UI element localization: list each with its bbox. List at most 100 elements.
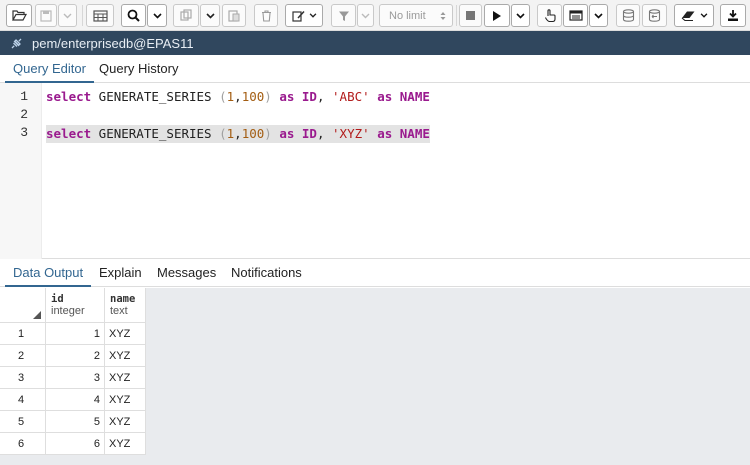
cell-name[interactable]: XYZ xyxy=(105,367,146,389)
edit-icon xyxy=(291,10,305,22)
table-row[interactable]: 6 6 XYZ xyxy=(0,433,146,455)
column-header-name[interactable]: name text xyxy=(105,288,146,323)
folder-open-icon xyxy=(11,10,27,21)
cell-name[interactable]: XYZ xyxy=(105,323,146,345)
code-keyword: as xyxy=(369,89,400,104)
chevron-down-icon xyxy=(152,12,162,19)
explain-analyze-button[interactable] xyxy=(563,4,588,27)
copy-icon xyxy=(179,9,192,21)
tab-query-editor[interactable]: Query Editor xyxy=(5,55,94,83)
download-button[interactable] xyxy=(720,4,746,27)
chevron-down-icon xyxy=(63,13,72,18)
cancel-query-button[interactable] xyxy=(459,4,482,27)
explain-button[interactable] xyxy=(537,4,562,27)
code-keyword: select xyxy=(46,89,92,104)
download-icon xyxy=(728,10,738,21)
copy-button[interactable] xyxy=(173,4,199,27)
table-row[interactable]: 5 5 XYZ xyxy=(0,411,146,433)
row-number[interactable]: 4 xyxy=(0,389,46,411)
rows-limit-value: No limit xyxy=(389,9,426,22)
cell-name[interactable]: XYZ xyxy=(105,389,146,411)
column-header-id[interactable]: id integer xyxy=(46,288,105,323)
delete-button[interactable] xyxy=(254,4,278,27)
row-number[interactable]: 2 xyxy=(0,345,46,367)
code-number: 100 xyxy=(241,89,265,104)
find-options-dropdown[interactable] xyxy=(147,4,167,27)
row-number[interactable]: 6 xyxy=(0,433,46,455)
open-file-button[interactable] xyxy=(6,4,32,27)
tab-messages[interactable]: Messages xyxy=(149,259,224,287)
column-type: text xyxy=(110,305,128,317)
select-all-corner[interactable] xyxy=(0,288,46,323)
connection-plug-icon xyxy=(11,38,21,48)
code-identifier: ID xyxy=(301,89,317,104)
row-number[interactable]: 3 xyxy=(0,367,46,389)
code-keyword: select xyxy=(46,126,92,141)
filter-button[interactable] xyxy=(331,4,356,27)
row-number[interactable]: 1 xyxy=(0,323,46,345)
find-button[interactable] xyxy=(121,4,146,27)
code-line[interactable]: select GENERATE_SERIES (1,100) as ID, 'A… xyxy=(46,88,430,106)
table-row[interactable]: 4 4 XYZ xyxy=(0,389,146,411)
connection-bar: pem/enterprisedb@EPAS11 xyxy=(0,31,750,55)
code-paren: ) xyxy=(264,89,272,104)
hand-pointer-icon xyxy=(544,9,556,22)
toolbar-divider xyxy=(82,5,83,26)
spinner-arrows-icon xyxy=(440,11,446,20)
cell-name[interactable]: XYZ xyxy=(105,433,146,455)
result-grid: id integer name text 1 1 XYZ 2 2 XYZ 3 3… xyxy=(0,288,750,465)
toolbar-divider xyxy=(456,5,457,26)
code-function: GENERATE_SERIES xyxy=(91,89,220,104)
cell-name[interactable]: XYZ xyxy=(105,411,146,433)
cell-id[interactable]: 4 xyxy=(46,389,105,411)
rows-limit-select[interactable]: No limit xyxy=(379,4,453,27)
connection-status[interactable] xyxy=(0,37,32,50)
code-keyword: as xyxy=(271,89,302,104)
clear-button[interactable] xyxy=(674,4,714,27)
code-number: 100 xyxy=(241,126,265,141)
save-options-dropdown[interactable] xyxy=(58,4,77,27)
column-name: name xyxy=(110,293,136,305)
table-row[interactable]: 2 2 XYZ xyxy=(0,345,146,367)
cell-id[interactable]: 3 xyxy=(46,367,105,389)
tab-explain[interactable]: Explain xyxy=(91,259,150,287)
rollback-button[interactable] xyxy=(642,4,667,27)
commit-button[interactable] xyxy=(616,4,640,27)
table-row[interactable]: 3 3 XYZ xyxy=(0,367,146,389)
copy-options-dropdown[interactable] xyxy=(200,4,220,27)
sort-triangle-icon xyxy=(33,311,41,319)
chevron-down-icon xyxy=(361,13,370,18)
code-string: 'XYZ' xyxy=(332,126,370,141)
cell-id[interactable]: 6 xyxy=(46,433,105,455)
execute-options-dropdown[interactable] xyxy=(511,4,530,27)
view-data-button[interactable] xyxy=(86,4,114,27)
code-identifier: NAME xyxy=(399,89,430,104)
cell-name[interactable]: XYZ xyxy=(105,345,146,367)
tab-data-output[interactable]: Data Output xyxy=(5,259,92,287)
explain-options-dropdown[interactable] xyxy=(589,4,608,27)
paste-button[interactable] xyxy=(222,4,246,27)
chevron-down-icon xyxy=(516,12,525,19)
eraser-icon xyxy=(681,11,694,21)
chevron-down-icon xyxy=(309,13,316,18)
code-keyword: as xyxy=(369,126,400,141)
edit-button[interactable] xyxy=(285,4,323,27)
chevron-down-icon xyxy=(700,13,707,18)
row-number[interactable]: 5 xyxy=(0,411,46,433)
cell-id[interactable]: 2 xyxy=(46,345,105,367)
trash-icon xyxy=(261,9,271,22)
cell-id[interactable]: 5 xyxy=(46,411,105,433)
sql-editor[interactable]: 1 2 3 select GENERATE_SERIES (1,100) as … xyxy=(0,83,750,259)
tab-notifications[interactable]: Notifications xyxy=(223,259,310,287)
code-paren: ( xyxy=(219,89,227,104)
table-row[interactable]: 1 1 XYZ xyxy=(0,323,146,345)
execute-button[interactable] xyxy=(484,4,510,27)
tab-query-history[interactable]: Query History xyxy=(91,55,186,83)
line-number: 2 xyxy=(20,107,28,122)
filter-options-dropdown[interactable] xyxy=(357,4,374,27)
cell-id[interactable]: 1 xyxy=(46,323,105,345)
grid-header-row: id integer name text xyxy=(0,288,146,323)
save-button[interactable] xyxy=(35,4,57,27)
rollback-icon xyxy=(648,9,661,22)
code-line-selected[interactable]: select GENERATE_SERIES (1,100) as ID, 'X… xyxy=(46,125,430,143)
